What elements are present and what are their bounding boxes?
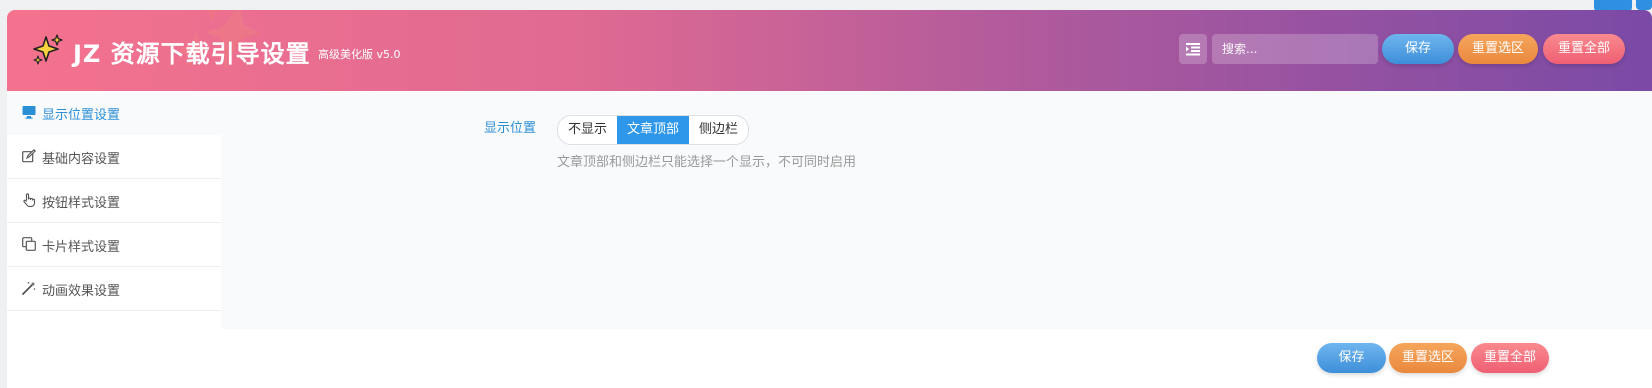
footer-reset-all-button[interactable]: 重置全部	[1471, 343, 1549, 373]
display-position-hint: 文章顶部和侧边栏只能选择一个显示，不可同时启用	[557, 155, 857, 170]
sidebar-item-animation[interactable]: 动画效果设置	[7, 267, 221, 311]
sidebar: 显示位置设置 基础内容设置 按钮样式设置 卡片样式设置 动画效果设置	[7, 91, 222, 329]
list-indent-icon	[1186, 43, 1200, 56]
content-area: 显示位置 不显示 文章顶部 侧边栏 文章顶部和侧边栏只能选择一个显示，不可同时启…	[221, 91, 1652, 329]
footer-reset-selected-button[interactable]: 重置选区	[1389, 343, 1467, 373]
sparkles-icon	[31, 32, 65, 66]
option-sidebar[interactable]: 侧边栏	[689, 116, 748, 144]
sidebar-item-button-style[interactable]: 按钮样式设置	[7, 179, 221, 223]
magic-wand-icon	[22, 281, 36, 295]
page-title: JZ 资源下载引导设置	[73, 40, 311, 68]
sidebar-item-label: 按钮样式设置	[42, 196, 121, 211]
sidebar-item-card-style[interactable]: 卡片样式设置	[7, 223, 221, 267]
version-subtitle: 高级美化版 v5.0	[318, 48, 401, 61]
sidebar-item-label: 基础内容设置	[42, 152, 121, 167]
sidebar-item-label: 动画效果设置	[42, 284, 121, 299]
option-hidden[interactable]: 不显示	[558, 116, 617, 144]
footer-actions: 保存 重置选区 重置全部	[7, 329, 1652, 388]
display-position-label: 显示位置	[484, 121, 537, 136]
header: ✨ JZ 资源下载引导设置 高级美化版 v5.0 保存 重置选区 重置全部	[7, 10, 1652, 91]
sidebar-item-label: 显示位置设置	[42, 108, 121, 123]
monitor-icon	[22, 106, 36, 119]
pointer-hand-icon	[23, 193, 36, 207]
option-article-top[interactable]: 文章顶部	[617, 116, 690, 144]
sidebar-item-display-position[interactable]: 显示位置设置	[7, 91, 221, 135]
save-button[interactable]: 保存	[1382, 34, 1454, 64]
menu-toggle-button[interactable]	[1179, 34, 1207, 64]
reset-all-button[interactable]: 重置全部	[1543, 34, 1625, 64]
sidebar-item-basic-content[interactable]: 基础内容设置	[7, 135, 221, 179]
display-position-segmented-control: 不显示 文章顶部 侧边栏	[557, 115, 750, 145]
settings-panel: ✨ JZ 资源下载引导设置 高级美化版 v5.0 保存 重置选区 重置全部	[7, 10, 1652, 388]
footer-save-button[interactable]: 保存	[1317, 343, 1386, 373]
copy-icon	[22, 237, 36, 251]
reset-selected-button[interactable]: 重置选区	[1458, 34, 1538, 64]
sidebar-item-label: 卡片样式设置	[42, 240, 121, 255]
edit-icon	[22, 149, 36, 163]
search-input[interactable]	[1212, 34, 1378, 64]
top-badge-secondary	[1636, 0, 1652, 10]
